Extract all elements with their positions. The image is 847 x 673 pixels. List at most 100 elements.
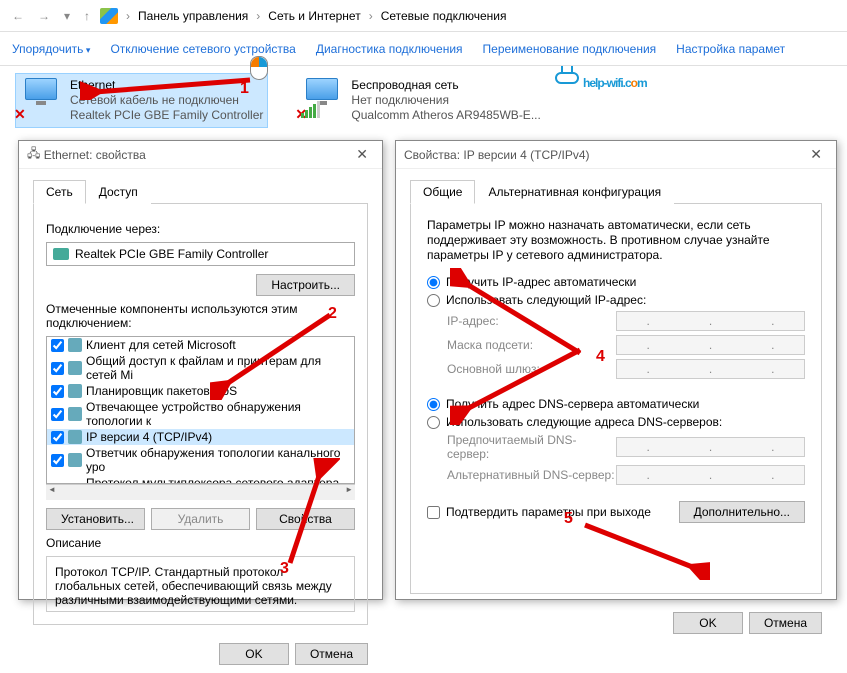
nav-fwd-icon[interactable]: → — [34, 9, 54, 23]
annotation-number: 5 — [564, 510, 573, 528]
components-label: Отмеченные компоненты используются этим … — [46, 302, 355, 330]
ip-auto-label: Получить IP-адрес автоматически — [446, 275, 636, 289]
ip-info-text: Параметры IP можно назначать автоматичес… — [427, 218, 805, 263]
conn-device: Qualcomm Atheros AR9485WB-E... — [351, 108, 540, 123]
ok-button[interactable]: OK — [673, 612, 743, 634]
ip-auto-radio[interactable] — [427, 276, 440, 289]
diagnose[interactable]: Диагностика подключения — [316, 42, 463, 56]
nav-up-icon[interactable]: ▾ — [60, 9, 74, 23]
dns-manual-label: Использовать следующие адреса DNS-сервер… — [446, 415, 722, 429]
close-icon[interactable]: ✕ — [804, 146, 828, 163]
gateway-label: Основной шлюз: — [447, 362, 616, 376]
tab-access[interactable]: Доступ — [86, 180, 151, 204]
dialog-titlebar[interactable]: Свойства: IP версии 4 (TCP/IPv4) ✕ — [396, 141, 836, 169]
cancel-button[interactable]: Отмена — [295, 643, 368, 665]
control-panel-icon — [100, 8, 118, 24]
shield-icon: 🖧 — [27, 144, 40, 165]
tabs: Общие Альтернативная конфигурация — [410, 179, 822, 204]
chevron-right-icon: › — [124, 9, 132, 23]
install-button[interactable]: Установить... — [46, 508, 145, 530]
checkbox[interactable] — [51, 454, 64, 467]
cancel-button[interactable]: Отмена — [749, 612, 822, 634]
list-item-ipv4[interactable]: IP версии 4 (TCP/IPv4) — [47, 429, 354, 445]
adapter-field[interactable]: Realtek PCIe GBE Family Controller — [46, 242, 355, 266]
component-icon — [68, 384, 82, 398]
scrollbar-horizontal[interactable] — [46, 484, 355, 500]
dns-manual-radio[interactable] — [427, 416, 440, 429]
conn-status: Нет подключения — [351, 93, 540, 108]
conn-name: Беспроводная сеть — [351, 78, 540, 93]
checkbox[interactable] — [51, 385, 64, 398]
subnet-mask-label: Маска подсети: — [447, 338, 616, 352]
breadcrumb-root[interactable]: Панель управления — [138, 9, 248, 23]
dns2-label: Альтернативный DNS-сервер: — [447, 468, 616, 482]
description-text: Протокол TCP/IP. Стандартный протокол гл… — [46, 556, 355, 612]
dns-auto-label: Получить адрес DNS-сервера автоматически — [446, 397, 699, 411]
list-item[interactable]: Протокол мультиплексора сетевого адаптер… — [47, 475, 354, 484]
ip-address-field: ... — [616, 311, 805, 331]
annotation-number: 4 — [596, 348, 605, 366]
connection-ethernet[interactable]: ✕ Ethernet Сетевой кабель не подключен R… — [16, 74, 267, 127]
mouse-cursor-icon — [250, 56, 268, 80]
rename[interactable]: Переименование подключения — [483, 42, 657, 56]
annotation-number: 1 — [240, 80, 249, 98]
components-list[interactable]: Клиент для сетей Microsoft Общий доступ … — [46, 336, 355, 484]
tab-general[interactable]: Общие — [410, 180, 475, 204]
ethernet-icon: ✕ — [20, 78, 62, 118]
list-item[interactable]: Отвечающее устройство обнаружения тополо… — [47, 399, 354, 429]
conn-status: Сетевой кабель не подключен — [70, 93, 263, 108]
component-icon — [68, 338, 82, 352]
component-icon — [68, 361, 82, 375]
organize-menu[interactable]: Упорядочить — [12, 42, 90, 56]
advanced-button[interactable]: Дополнительно... — [679, 501, 805, 523]
tab-panel: Параметры IP можно назначать автоматичес… — [410, 204, 822, 594]
nav-back-icon[interactable]: ← — [8, 9, 28, 23]
dialog-title: Ethernet: свойства — [44, 148, 146, 162]
close-icon[interactable]: ✕ — [350, 146, 374, 163]
checkbox[interactable] — [51, 408, 64, 421]
checkbox[interactable] — [51, 431, 64, 444]
nic-icon — [53, 248, 69, 260]
chevron-right-icon: › — [367, 9, 375, 23]
dns2-field: ... — [616, 465, 805, 485]
checkbox[interactable] — [51, 339, 64, 352]
dns-auto-radio[interactable] — [427, 398, 440, 411]
component-icon — [68, 453, 82, 467]
ok-button[interactable]: OK — [219, 643, 289, 665]
tab-network[interactable]: Сеть — [33, 180, 86, 204]
disable-device[interactable]: Отключение сетевого устройства — [110, 42, 295, 56]
dialog-titlebar[interactable]: 🖧 Ethernet: свойства ✕ — [19, 141, 382, 169]
ipv4-properties-dialog: Свойства: IP версии 4 (TCP/IPv4) ✕ Общие… — [395, 140, 837, 600]
ip-manual-radio[interactable] — [427, 294, 440, 307]
dialog-title: Свойства: IP версии 4 (TCP/IPv4) — [404, 148, 590, 162]
chevron-right-icon: › — [254, 9, 262, 23]
conn-name: Ethernet — [70, 78, 263, 93]
disconnected-icon: ✕ — [14, 106, 28, 120]
connection-wireless[interactable]: ✕ Беспроводная сеть Нет подключения Qual… — [297, 74, 544, 127]
wifi-icon: ✕ — [301, 78, 343, 118]
list-item[interactable]: Планировщик пакетов QoS — [47, 383, 354, 399]
settings[interactable]: Настройка парамет — [676, 42, 785, 56]
tab-panel: Подключение через: Realtek PCIe GBE Fami… — [33, 204, 368, 625]
description-label: Описание — [46, 536, 355, 550]
confirm-on-exit-checkbox[interactable] — [427, 506, 440, 519]
breadcrumb-l2[interactable]: Сетевые подключения — [381, 9, 507, 23]
dns1-label: Предпочитаемый DNS-сервер: — [447, 433, 616, 461]
properties-button[interactable]: Свойства — [256, 508, 355, 530]
ip-address-label: IP-адрес: — [447, 314, 616, 328]
breadcrumb-l1[interactable]: Сеть и Интернет — [268, 9, 360, 23]
ethernet-properties-dialog: 🖧 Ethernet: свойства ✕ Сеть Доступ Подкл… — [18, 140, 383, 600]
list-item[interactable]: Ответчик обнаружения топологии канальног… — [47, 445, 354, 475]
list-item[interactable]: Общий доступ к файлам и принтерам для се… — [47, 353, 354, 383]
breadcrumb-bar: ← → ▾ ↑ › Панель управления › Сеть и Инт… — [0, 0, 847, 32]
component-icon — [68, 407, 82, 421]
remove-button: Удалить — [151, 508, 250, 530]
nav-up2-icon[interactable]: ↑ — [80, 9, 94, 23]
annotation-number: 3 — [280, 560, 289, 578]
dns1-field: ... — [616, 437, 805, 457]
tabs: Сеть Доступ — [33, 179, 368, 204]
configure-button[interactable]: Настроить... — [256, 274, 355, 296]
list-item[interactable]: Клиент для сетей Microsoft — [47, 337, 354, 353]
checkbox[interactable] — [51, 362, 64, 375]
tab-alternate[interactable]: Альтернативная конфигурация — [475, 180, 674, 204]
